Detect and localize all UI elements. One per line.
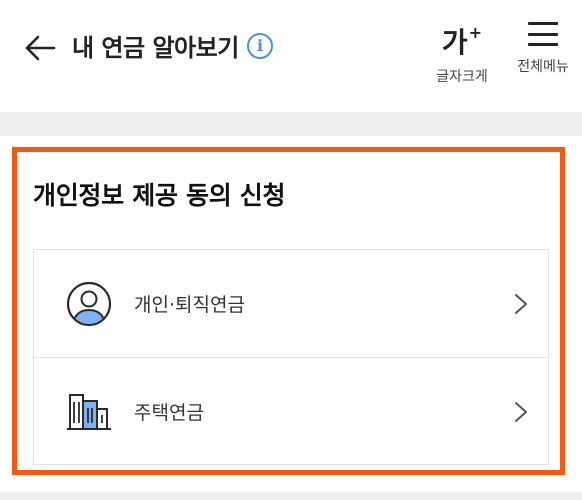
hamburger-icon [528,22,558,46]
font-size-label: 글자크게 [436,69,488,85]
back-button[interactable] [22,30,58,66]
menu-label: 전체메뉴 [517,59,569,75]
highlight-frame [12,147,565,475]
page-title-text: 내 연금 알아보기 [72,34,239,62]
back-arrow-icon [25,35,56,61]
font-size-button[interactable]: 가+ 글자크게 [422,16,502,86]
info-icon[interactable]: i [246,32,273,59]
bottom-gray-strip [0,492,582,500]
app-header: 내 연금 알아보기 i 가+ 글자크게 전체메뉴 [0,0,582,112]
font-size-icon: 가+ [441,23,483,59]
menu-button[interactable]: 전체메뉴 [508,18,578,76]
page-title: 내 연금 알아보기 i [72,28,273,63]
